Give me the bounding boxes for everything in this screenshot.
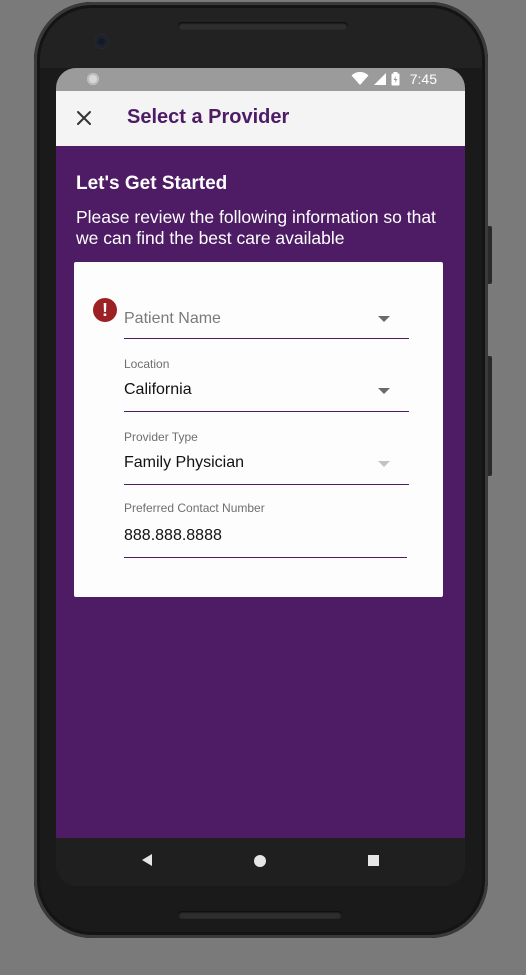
front-camera (95, 35, 108, 48)
error-icon: ! (93, 298, 117, 322)
intro-text: Please review the following information … (76, 207, 436, 248)
volume-button (488, 226, 492, 284)
back-icon[interactable] (142, 854, 152, 866)
location-value: California (124, 381, 192, 398)
app-bar: Select a Provider (56, 91, 465, 146)
field-underline (124, 411, 409, 412)
patient-name-dropdown[interactable]: Patient Name (124, 298, 409, 339)
field-underline (124, 484, 409, 485)
home-icon[interactable] (254, 855, 266, 867)
recents-icon[interactable] (368, 855, 379, 866)
field-underline (124, 338, 409, 339)
power-button (488, 356, 492, 476)
contact-number-label: Preferred Contact Number (124, 501, 265, 515)
provider-type-value: Family Physician (124, 454, 245, 471)
wifi-icon (351, 72, 369, 85)
provider-form-card: ! Patient Name Location California Provi… (74, 262, 443, 597)
battery-icon (391, 72, 400, 86)
location-dropdown[interactable]: Location California (124, 356, 409, 412)
top-speaker-grille (178, 22, 348, 30)
chevron-down-icon (378, 316, 390, 322)
status-bar: 7:45 (56, 68, 465, 91)
system-nav-bar (56, 838, 465, 886)
close-button[interactable] (70, 104, 98, 132)
cell-signal-icon (373, 73, 386, 85)
bottom-speaker-grille (178, 911, 342, 919)
page-title: Select a Provider (127, 106, 290, 128)
location-label: Location (124, 357, 170, 371)
provider-type-label: Provider Type (124, 430, 198, 444)
notification-dot-icon (87, 73, 99, 85)
provider-type-dropdown[interactable]: Provider Type Family Physician (124, 429, 409, 485)
status-time: 7:45 (409, 71, 437, 87)
patient-name-placeholder: Patient Name (124, 310, 221, 327)
chevron-down-icon (378, 388, 390, 394)
device-screen: 7:45 Select a Provider Let's Get Started… (56, 68, 465, 886)
contact-number-value[interactable]: 888.888.8888 (124, 527, 222, 545)
intro-heading: Let's Get Started (76, 173, 228, 194)
contact-number-field[interactable]: Preferred Contact Number 888.888.8888 (124, 500, 409, 558)
field-underline (124, 557, 407, 558)
chevron-down-icon (378, 461, 390, 467)
close-icon (77, 111, 91, 125)
